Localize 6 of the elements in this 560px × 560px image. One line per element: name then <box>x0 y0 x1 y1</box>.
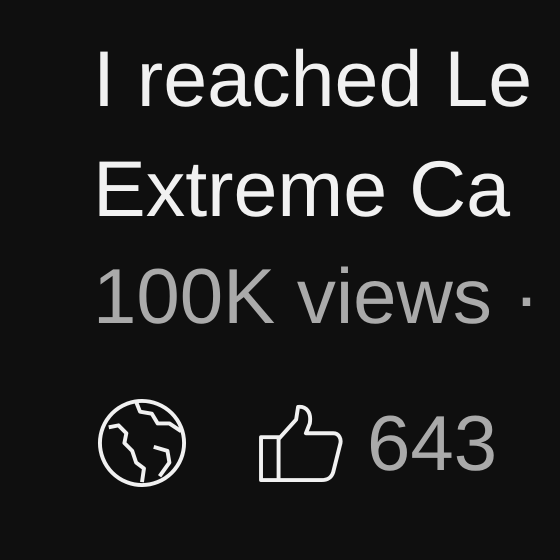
view-count: 100K views · <box>93 251 540 342</box>
video-title: Extreme Ca <box>93 143 510 235</box>
globe-icon <box>97 398 187 488</box>
thumbs-up-icon <box>259 404 343 482</box>
video-title: I reached Le <box>93 33 532 125</box>
like-button[interactable]: 643 <box>259 403 498 483</box>
